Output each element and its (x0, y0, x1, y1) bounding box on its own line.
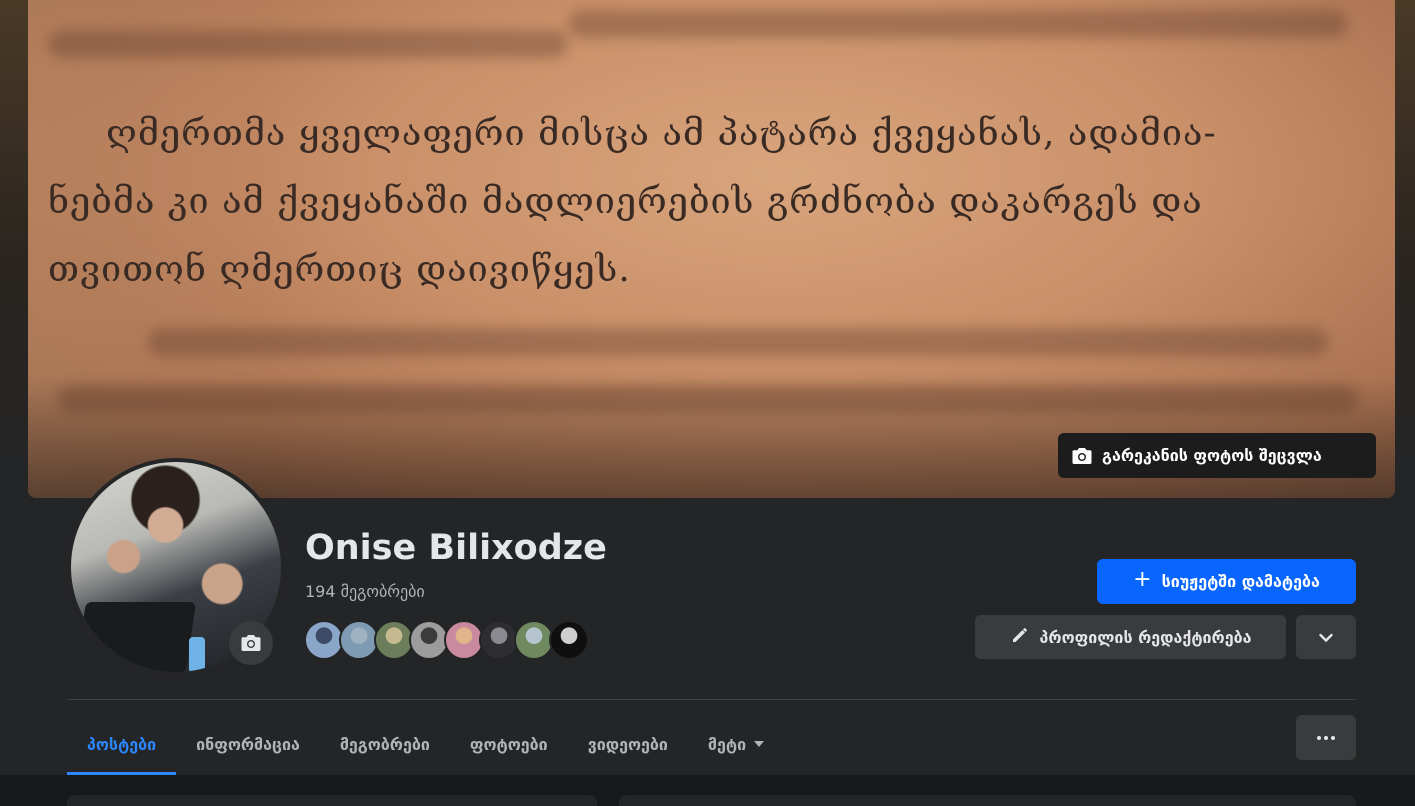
tab-about[interactable]: ინფორმაცია (176, 713, 320, 775)
cover-blur-text (58, 385, 1358, 413)
cover-blur-text (148, 328, 1328, 356)
cover-text-line: ნებმა კი ამ ქვეყანაში მადლიერების გრძნობ… (48, 181, 1203, 222)
friend-avatar[interactable] (479, 620, 519, 660)
friend-avatar[interactable] (374, 620, 414, 660)
ellipsis-icon (1317, 735, 1335, 740)
camera-icon (241, 634, 261, 652)
tab-posts[interactable]: პოსტები (67, 713, 177, 775)
change-cover-photo-label: გარეკანის ფოტოს შეცვლა (1102, 446, 1322, 465)
friends-count-link[interactable]: 194 მეგობრები (305, 582, 425, 601)
cover-photo-text: ღმერთმა ყველაფერი მისცა ამ პატარა ქვეყან… (48, 100, 1378, 304)
chevron-down-icon (1319, 628, 1333, 647)
tab-more[interactable]: მეტი (688, 713, 784, 775)
update-profile-picture-button[interactable] (229, 621, 273, 665)
tab-label: ინფორმაცია (196, 734, 300, 754)
pencil-icon (1010, 625, 1030, 649)
profile-tabs: პოსტები ინფორმაცია მეგობრები ფოტოები ვიდ… (67, 713, 784, 775)
cover-blur-text (568, 10, 1348, 38)
tab-label: ვიდეოები (587, 734, 668, 754)
tab-label: ფოტოები (469, 734, 548, 754)
edit-profile-label: პროფილის რედაქტირება (1039, 627, 1252, 647)
intro-card (67, 795, 597, 806)
friend-avatar[interactable] (409, 620, 449, 660)
tab-label: მეტი (707, 734, 747, 754)
friend-avatar[interactable] (339, 620, 379, 660)
posts-card (619, 795, 1356, 806)
edit-profile-button[interactable]: პროფილის რედაქტირება (975, 615, 1286, 659)
add-to-story-label: სიუჟეტში დამატება (1161, 572, 1320, 591)
cover-text-line: თვითონ ღმერთიც დაივიწყეს. (48, 249, 631, 290)
tab-videos[interactable]: ვიდეოები (568, 713, 688, 775)
cover-photo[interactable]: ღმერთმა ყველაფერი მისცა ამ პატარა ქვეყან… (28, 0, 1395, 498)
tab-photos[interactable]: ფოტოები (450, 713, 568, 775)
caret-down-icon (754, 741, 765, 747)
tab-label: პოსტები (87, 734, 157, 754)
friend-avatar[interactable] (549, 620, 589, 660)
tab-label: მეგობრები (339, 734, 430, 754)
friend-avatars-row (304, 620, 589, 660)
friend-avatar[interactable] (514, 620, 554, 660)
cover-blur-text (48, 30, 568, 58)
profile-name: Onise Bilixodze (305, 528, 607, 568)
camera-icon (1072, 447, 1092, 465)
avatar-photo-detail (189, 637, 205, 672)
cover-text-line: ღმერთმა ყველაფერი მისცა ამ პატარა ქვეყან… (106, 113, 1217, 154)
avatar-photo-detail (76, 602, 196, 672)
plus-icon: + (1133, 567, 1152, 592)
change-cover-photo-button[interactable]: გარეკანის ფოტოს შეცვლა (1058, 433, 1376, 478)
header-divider (67, 699, 1356, 700)
friend-avatar[interactable] (304, 620, 344, 660)
tab-friends[interactable]: მეგობრები (320, 713, 450, 775)
more-options-button[interactable] (1296, 715, 1356, 760)
friend-avatar[interactable] (444, 620, 484, 660)
profile-options-dropdown-button[interactable] (1296, 615, 1356, 659)
add-to-story-button[interactable]: + სიუჟეტში დამატება (1097, 559, 1356, 604)
